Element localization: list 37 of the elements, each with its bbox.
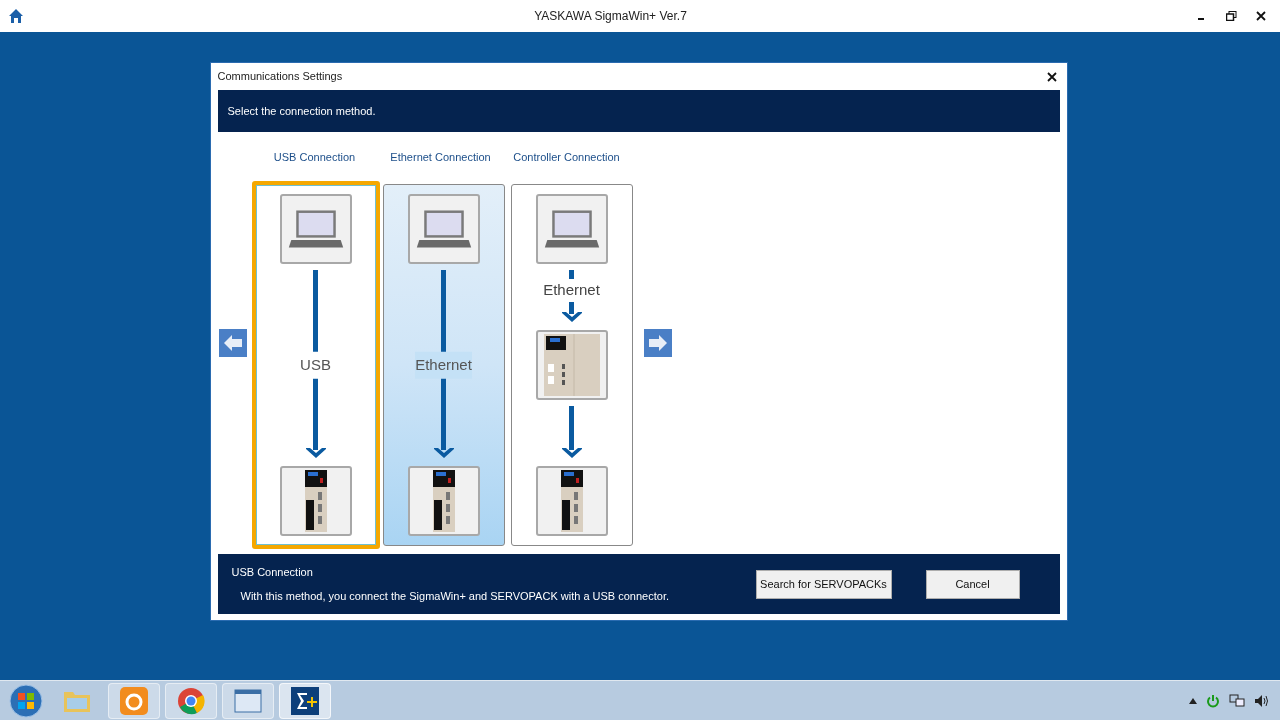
right-arrow-button[interactable] — [643, 329, 672, 357]
sigma-app-icon[interactable] — [279, 682, 331, 719]
app-title: YASKAWA SigmaWin+ Ver.7 — [533, 8, 688, 25]
connection-option-card[interactable]: Ethernet — [510, 184, 633, 546]
browser-icon[interactable] — [165, 682, 217, 719]
close-icon[interactable] — [1046, 71, 1057, 82]
link-label: Ethernet — [415, 351, 472, 379]
connection-option-card[interactable]: Ethernet — [382, 184, 505, 546]
window-icon[interactable] — [222, 682, 274, 719]
dialog-button[interactable]: Cancel — [925, 569, 1020, 599]
servopack-icon — [535, 466, 608, 536]
restore-icon[interactable] — [1226, 11, 1237, 21]
arrow — [560, 406, 583, 460]
instruction-text: Select the connection method. — [227, 103, 376, 119]
connection-option-card[interactable]: USB — [251, 181, 380, 549]
close-icon[interactable] — [1256, 11, 1266, 21]
home-icon[interactable] — [8, 8, 24, 24]
laptop-icon — [279, 194, 352, 264]
speaker-icon[interactable] — [1254, 693, 1270, 708]
controller-icon — [535, 330, 608, 400]
start-button-icon[interactable] — [6, 682, 46, 719]
description-title: USB Connection — [231, 564, 314, 580]
laptop-icon — [535, 194, 608, 264]
servopack-icon — [407, 466, 480, 536]
dialog-button[interactable]: Search for SERVOPACKs — [755, 569, 892, 599]
dialog-title: Communications Settings — [217, 69, 343, 85]
laptop-icon — [407, 194, 480, 264]
show-hidden-icons-icon[interactable] — [1189, 697, 1197, 704]
description-text: With this method, you connect the SigmaWin+ and SERVOPACK with a USB connector. — [239, 589, 670, 604]
link-label: USB — [300, 351, 331, 379]
servopack-icon — [279, 466, 352, 536]
connection-method-link[interactable]: Controller Connection — [506, 149, 627, 166]
network-icon[interactable] — [1229, 693, 1245, 708]
connection-method-link[interactable]: USB Connection — [254, 149, 375, 166]
left-arrow-button[interactable] — [218, 329, 247, 357]
connection-method-link[interactable]: Ethernet Connection — [380, 149, 501, 166]
link-label: Ethernet — [543, 279, 600, 302]
